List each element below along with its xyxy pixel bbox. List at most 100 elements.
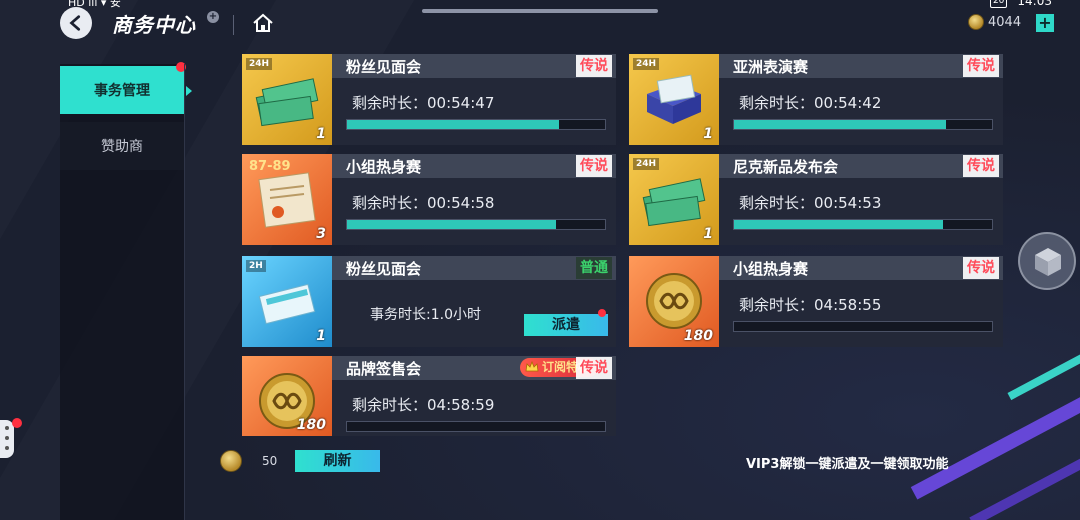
status-right: 20 14:03 (989, 0, 1052, 8)
back-arrow-icon (69, 15, 81, 31)
reward-thumbnail: 2H 1 (242, 256, 332, 347)
rarity-badge: 传说 (963, 55, 999, 77)
progress-fill (347, 120, 559, 129)
coin-amount: 4044 (988, 14, 1022, 30)
battery-icon: 20 (989, 0, 1008, 8)
document-icon (258, 172, 316, 228)
coin-icon (220, 450, 242, 472)
duration-tag: 2H (246, 260, 266, 272)
reward-thumbnail: 24H 1 (242, 54, 332, 145)
add-coin-button[interactable]: + (1036, 14, 1054, 32)
business-card[interactable]: 2H 1 粉丝见面会 普通 事务时长:1.0小时 派遣 (242, 256, 616, 347)
refresh-button[interactable]: 刷新 (295, 450, 380, 472)
duration-tag: 24H (633, 58, 660, 70)
remaining-time: 剩余时长：00:54:42 (739, 94, 882, 112)
notification-dot (12, 418, 22, 428)
reward-count: 180 (296, 417, 326, 433)
menu-dot-icon (5, 446, 9, 450)
info-icon[interactable]: + (207, 11, 219, 23)
ticket-icon (258, 283, 316, 325)
reward-thumbnail: 24H 1 (629, 154, 719, 245)
event-name: 亚洲表演赛 (733, 58, 809, 76)
reward-thumbnail: 180 (242, 356, 332, 436)
remaining-time: 剩余时长：00:54:58 (352, 194, 495, 212)
task-duration: 事务时长:1.0小时 (370, 307, 481, 323)
business-card[interactable]: 87-89 3 小组热身赛 传说 剩余时长：00:54:58 (242, 154, 616, 245)
event-name: 粉丝见面会 (346, 58, 422, 76)
notification-dot (598, 309, 606, 317)
reward-count: 1 (316, 328, 326, 344)
progress-bar (346, 421, 606, 432)
sidebar-item-label: 事务管理 (94, 83, 150, 99)
remaining-time: 剩余时长：04:58:59 (352, 396, 495, 414)
progress-fill (734, 220, 943, 229)
sidebar-item-business-management[interactable]: 事务管理 (60, 62, 192, 114)
gold-coin-icon (646, 273, 702, 329)
progress-bar (733, 119, 993, 130)
ticket-box-icon (647, 74, 701, 124)
rarity-badge: 传说 (576, 55, 612, 77)
menu-dot-icon (5, 436, 9, 440)
duration-tag: 24H (246, 58, 273, 70)
progress-bar (346, 119, 606, 130)
business-card[interactable]: 24H 1 粉丝见面会 传说 剩余时长：00:54:47 (242, 54, 616, 145)
back-button[interactable] (60, 7, 92, 39)
rarity-badge: 传说 (576, 155, 612, 177)
sidebar-item-sponsor[interactable]: 赞助商 (60, 122, 184, 170)
page-title: 商务中心 (112, 13, 196, 37)
remaining-time: 剩余时长：00:54:47 (352, 94, 495, 112)
reward-count: 180 (683, 328, 713, 344)
floating-cube-button[interactable] (1018, 232, 1076, 290)
sidebar-item-label: 赞助商 (101, 139, 143, 155)
cube-icon (1035, 248, 1061, 276)
coin-balance: 4044 (968, 14, 1021, 30)
status-time: 14:03 (1017, 0, 1052, 8)
refresh-cost: 50 (262, 454, 278, 468)
card-header: 小组热身赛 传说 (332, 154, 616, 178)
coin-icon (968, 14, 984, 30)
rating-tag: 87-89 (249, 159, 291, 174)
reward-thumbnail: 180 (629, 256, 719, 347)
card-header: 品牌签售会 订阅特权 传说 (332, 356, 616, 380)
business-card[interactable]: 24H 1 尼克新品发布会 传说 剩余时长：00:54:53 (629, 154, 1003, 245)
reward-thumbnail: 87-89 3 (242, 154, 332, 245)
vip-note: VIP3解锁一键派遣及一键领取功能 (746, 457, 949, 472)
home-button[interactable] (252, 12, 274, 34)
reward-count: 1 (703, 126, 713, 142)
duration-tag: 24H (633, 158, 660, 170)
remaining-time: 剩余时长：04:58:55 (739, 296, 882, 314)
business-card[interactable]: 24H 1 亚洲表演赛 传说 剩余时长：00:54:42 (629, 54, 1003, 145)
card-header: 小组热身赛 传说 (719, 256, 1003, 280)
cash-stack-icon (255, 78, 319, 127)
rarity-badge: 传说 (576, 357, 612, 379)
event-name: 粉丝见面会 (346, 260, 422, 278)
divider (184, 64, 185, 520)
business-card[interactable]: 180 小组热身赛 传说 剩余时长：04:58:55 (629, 256, 1003, 347)
reward-count: 3 (316, 226, 326, 242)
crown-icon (525, 360, 539, 372)
event-name: 尼克新品发布会 (733, 158, 839, 176)
event-name: 小组热身赛 (733, 260, 809, 278)
progress-bar (346, 219, 606, 230)
card-header: 粉丝见面会 普通 (332, 256, 616, 280)
event-name: 品牌签售会 (346, 360, 422, 378)
rarity-badge: 传说 (963, 155, 999, 177)
business-card[interactable]: 180 品牌签售会 订阅特权 传说 剩余时长：04:58:59 (242, 356, 616, 436)
reward-count: 1 (703, 226, 713, 242)
progress-bar (733, 219, 993, 230)
rarity-badge: 传说 (963, 257, 999, 279)
dispatch-button[interactable]: 派遣 (524, 309, 608, 336)
progress-fill (347, 220, 556, 229)
card-header: 尼克新品发布会 传说 (719, 154, 1003, 178)
reward-thumbnail: 24H 1 (629, 54, 719, 145)
refresh-label: 刷新 (323, 453, 352, 469)
cash-stack-icon (642, 178, 706, 227)
remaining-time: 剩余时长：00:54:53 (739, 194, 882, 212)
divider (233, 15, 234, 35)
card-header: 粉丝见面会 传说 (332, 54, 616, 78)
reward-count: 1 (316, 126, 326, 142)
event-name: 小组热身赛 (346, 158, 422, 176)
rarity-badge: 普通 (576, 257, 612, 279)
sidebar: 事务管理 赞助商 (60, 62, 192, 520)
drag-handle[interactable] (422, 9, 658, 13)
